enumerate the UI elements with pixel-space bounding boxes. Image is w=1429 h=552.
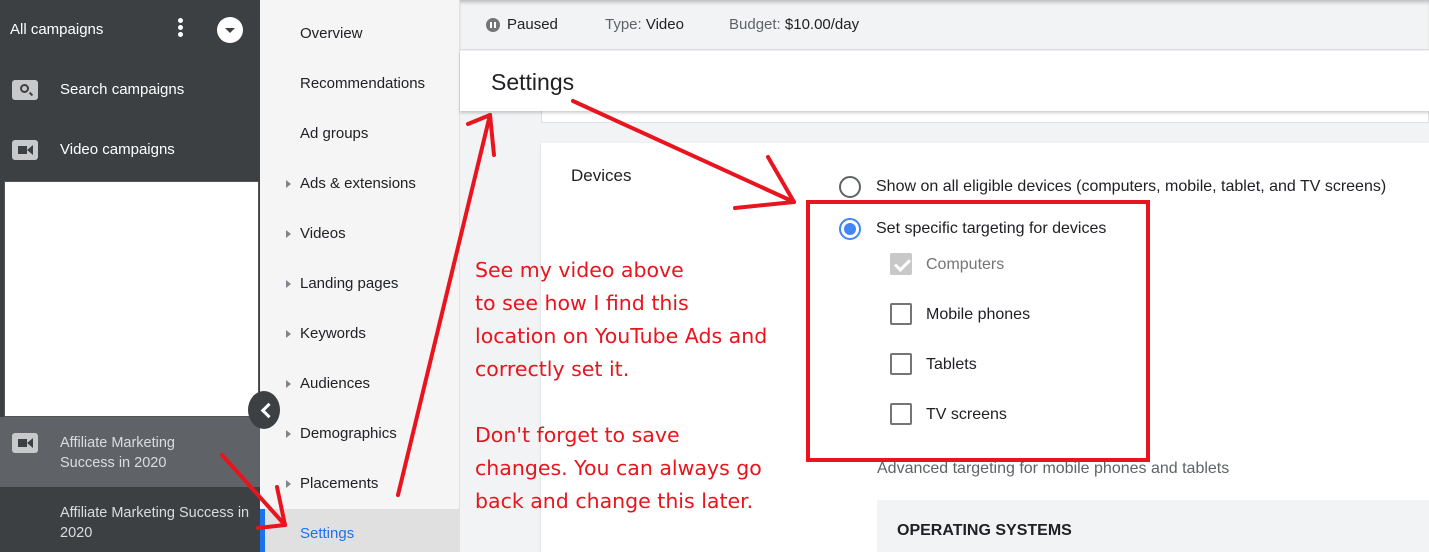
- annotation-highlight-box: [806, 200, 1150, 462]
- nav-item-landing-pages[interactable]: Landing pages: [260, 259, 460, 309]
- nav-item-label: Ad groups: [300, 125, 369, 142]
- campaign-type: Type: Video: [605, 16, 684, 33]
- sidebar-item-search-campaigns[interactable]: Search campaigns: [0, 60, 260, 120]
- sidebar-item-label: Video campaigns: [60, 141, 175, 158]
- devices-label: Devices: [571, 166, 632, 185]
- nav-item-demographics[interactable]: Demographics: [260, 409, 460, 459]
- sidebar-item-video-campaigns[interactable]: Video campaigns: [0, 120, 260, 180]
- chevron-left-icon[interactable]: [248, 391, 280, 429]
- operating-systems-panel[interactable]: OPERATING SYSTEMS: [877, 500, 1429, 552]
- expand-arrow-icon[interactable]: [286, 380, 291, 388]
- nav-item-overview[interactable]: Overview: [260, 9, 460, 59]
- nav-item-placements[interactable]: Placements: [260, 459, 460, 509]
- campaign-sidebar: All campaigns Search campaigns Video cam…: [0, 0, 260, 552]
- pause-circle-icon: [486, 18, 500, 32]
- all-campaigns-title[interactable]: All campaigns: [10, 21, 103, 38]
- campaign-name: Affiliate Marketing Success in 2020: [60, 435, 175, 471]
- nav-item-settings[interactable]: Settings: [260, 509, 460, 552]
- nav-item-audiences[interactable]: Audiences: [260, 359, 460, 409]
- nav-item-recommendations[interactable]: Recommendations: [260, 59, 460, 109]
- status-value[interactable]: Paused: [507, 16, 558, 33]
- nav-item-videos[interactable]: Videos: [260, 209, 460, 259]
- preview-panel: [4, 181, 259, 417]
- ad-group-name: Affiliate Marketing Success in 2020: [60, 505, 250, 541]
- annotation-note-video: See my video above to see how I find thi…: [475, 258, 768, 381]
- nav-item-label: Demographics: [300, 425, 397, 442]
- expand-arrow-icon[interactable]: [286, 330, 291, 338]
- nav-item-label: Overview: [300, 25, 363, 42]
- nav-item-keywords[interactable]: Keywords: [260, 309, 460, 359]
- nav-item-label: Audiences: [300, 375, 371, 392]
- annotation-note-save: Don't forget to save changes. You can al…: [475, 423, 762, 513]
- expand-arrow-icon[interactable]: [286, 280, 291, 288]
- campaign-status-bar: Paused Type: Video Budget: $10.00/day: [460, 0, 1429, 50]
- kebab-vertical-icon[interactable]: [176, 18, 184, 42]
- expand-arrow-icon[interactable]: [286, 430, 291, 438]
- nav-item-label: Placements: [300, 475, 379, 492]
- page-title: Settings: [491, 69, 575, 95]
- previous-settings-card: [541, 111, 1429, 123]
- operating-systems-heading: OPERATING SYSTEMS: [897, 522, 1072, 539]
- page-navigation: Overview Recommendations Ad groups Ads &…: [260, 0, 460, 552]
- nav-item-label: Ads & extensions: [300, 175, 416, 192]
- nav-item-ads-extensions[interactable]: Ads & extensions: [260, 159, 460, 209]
- campaign-budget[interactable]: Budget: $10.00/day: [729, 16, 859, 33]
- expand-arrow-icon[interactable]: [286, 480, 291, 488]
- nav-item-label: Recommendations: [300, 75, 426, 92]
- radio-all-devices[interactable]: [839, 176, 861, 198]
- dropdown-circle-icon[interactable]: [217, 17, 243, 43]
- expand-arrow-icon[interactable]: [286, 180, 291, 188]
- sidebar-item-label: Search campaigns: [60, 81, 185, 98]
- video-camera-icon: [12, 433, 38, 453]
- all-campaigns-header[interactable]: All campaigns: [0, 0, 260, 60]
- expand-arrow-icon[interactable]: [286, 230, 291, 238]
- advanced-targeting-text: Advanced targeting for mobile phones and…: [877, 460, 1230, 477]
- video-camera-icon: [12, 140, 38, 160]
- nav-item-label: Settings: [300, 525, 355, 542]
- search-icon: [12, 80, 38, 100]
- nav-item-ad-groups[interactable]: Ad groups: [260, 109, 460, 159]
- radio-all-devices-label[interactable]: Show on all eligible devices (computers,…: [876, 178, 1386, 196]
- app-root: All campaigns Search campaigns Video cam…: [0, 0, 1429, 552]
- nav-item-label: Landing pages: [300, 275, 399, 292]
- nav-item-label: Videos: [300, 225, 346, 242]
- settings-header: Settings: [460, 51, 1429, 111]
- sidebar-item-campaign[interactable]: Affiliate Marketing Success in 2020: [0, 417, 260, 487]
- nav-item-label: Keywords: [300, 325, 366, 342]
- sidebar-item-ad-group[interactable]: Affiliate Marketing Success in 2020: [0, 487, 260, 552]
